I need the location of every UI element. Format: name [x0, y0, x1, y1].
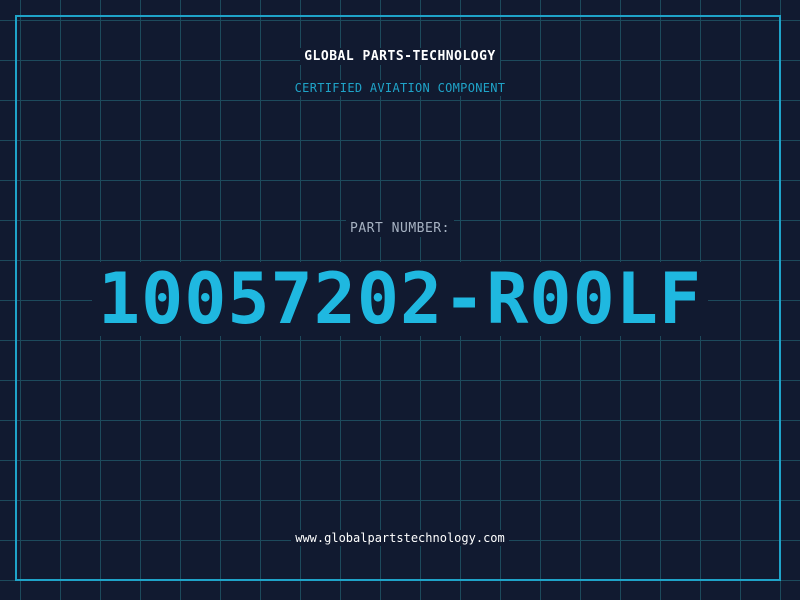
label-canvas: GLOBAL PARTS-TECHNOLOGY CERTIFIED AVIATI…: [0, 0, 800, 600]
certification-subtitle: CERTIFIED AVIATION COMPONENT: [0, 80, 800, 96]
company-name: GLOBAL PARTS-TECHNOLOGY: [0, 48, 800, 65]
part-number-value: 10057202-R00LF: [0, 262, 800, 336]
company-name-text: GLOBAL PARTS-TECHNOLOGY: [300, 48, 500, 65]
part-number-value-text: 10057202-R00LF: [91, 262, 708, 336]
certification-subtitle-text: CERTIFIED AVIATION COMPONENT: [290, 80, 510, 96]
part-number-label: PART NUMBER:: [0, 220, 800, 237]
website-url-text: www.globalpartstechnology.com: [291, 530, 509, 546]
website-url: www.globalpartstechnology.com: [0, 530, 800, 546]
part-number-label-text: PART NUMBER:: [346, 220, 454, 237]
